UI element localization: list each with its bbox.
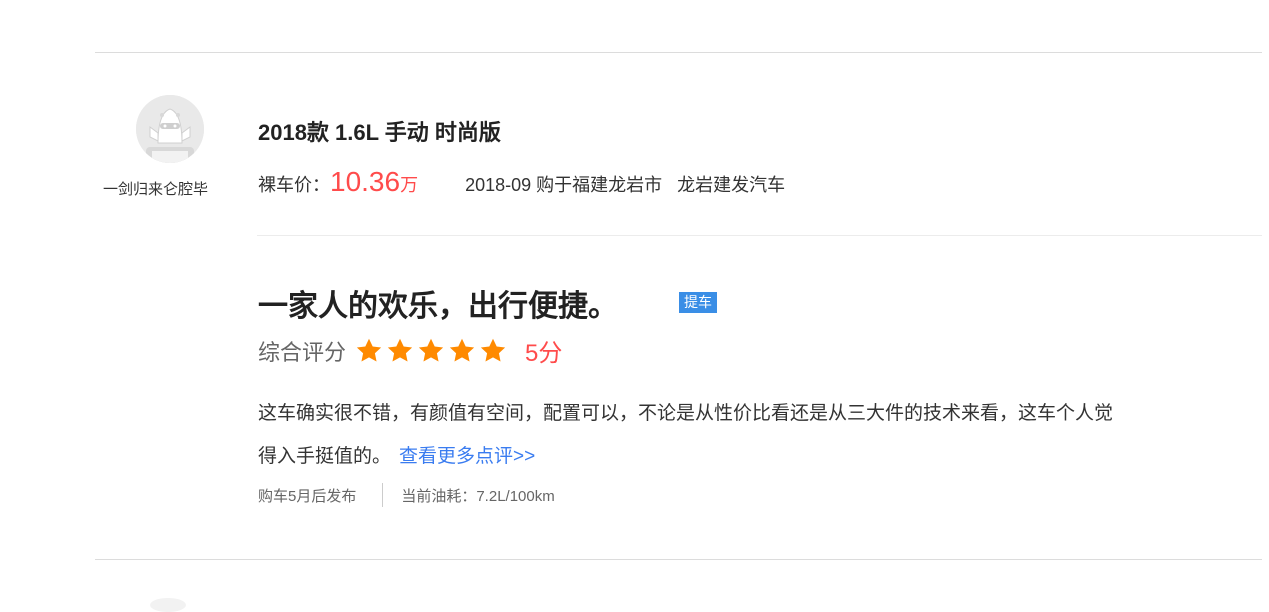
star-icon	[387, 338, 413, 362]
star-icon	[449, 338, 475, 362]
bottom-divider	[95, 559, 1262, 560]
user-avatar[interactable]	[136, 95, 204, 163]
meta-separator	[382, 483, 384, 507]
price-value: 10.36	[330, 166, 401, 197]
star-icon	[480, 338, 506, 362]
review-meta: 购车5月后发布 当前油耗：7.2L/100km	[258, 483, 555, 507]
rating-row: 综合评分 5分	[258, 333, 562, 368]
car-trim-title[interactable]: 2018款 1.6L 手动 时尚版	[258, 115, 501, 147]
price-line: 裸车价：10.36万 2018-09 购于福建龙岩市 龙岩建发汽车	[258, 166, 785, 198]
star-icon	[418, 338, 444, 362]
posted-info: 购车5月后发布	[258, 487, 357, 505]
dealer-name[interactable]: 龙岩建发汽车	[677, 175, 785, 195]
price-unit: 万	[400, 175, 419, 195]
rating-score: 5分	[525, 340, 563, 367]
review-body: 这车确实很不错，有颜值有空间，配置可以，不论是从性价比看还是从三大件的技术来看，…	[258, 392, 1118, 478]
rating-label: 综合评分	[258, 339, 347, 365]
star-icon	[356, 338, 382, 362]
price-label: 裸车价：	[258, 175, 330, 195]
fuel-consumption: 当前油耗：7.2L/100km	[401, 487, 555, 505]
section-divider	[257, 235, 1262, 236]
purchase-info: 2018-09 购于福建龙岩市	[465, 175, 663, 195]
review-text: 这车确实很不错，有颜值有空间，配置可以，不论是从性价比看还是从三大件的技术来看，…	[258, 403, 1114, 467]
tag-badge: 提车	[679, 292, 717, 313]
next-avatar	[150, 598, 186, 612]
top-divider	[95, 52, 1262, 53]
rating-stars	[354, 336, 509, 366]
more-reviews-link[interactable]: 查看更多点评>>	[399, 446, 535, 467]
default-avatar-icon	[136, 95, 204, 163]
review-headline[interactable]: 一家人的欢乐，出行便捷。	[258, 281, 618, 325]
user-name[interactable]: 一剑归来仑腔毕	[103, 178, 208, 199]
